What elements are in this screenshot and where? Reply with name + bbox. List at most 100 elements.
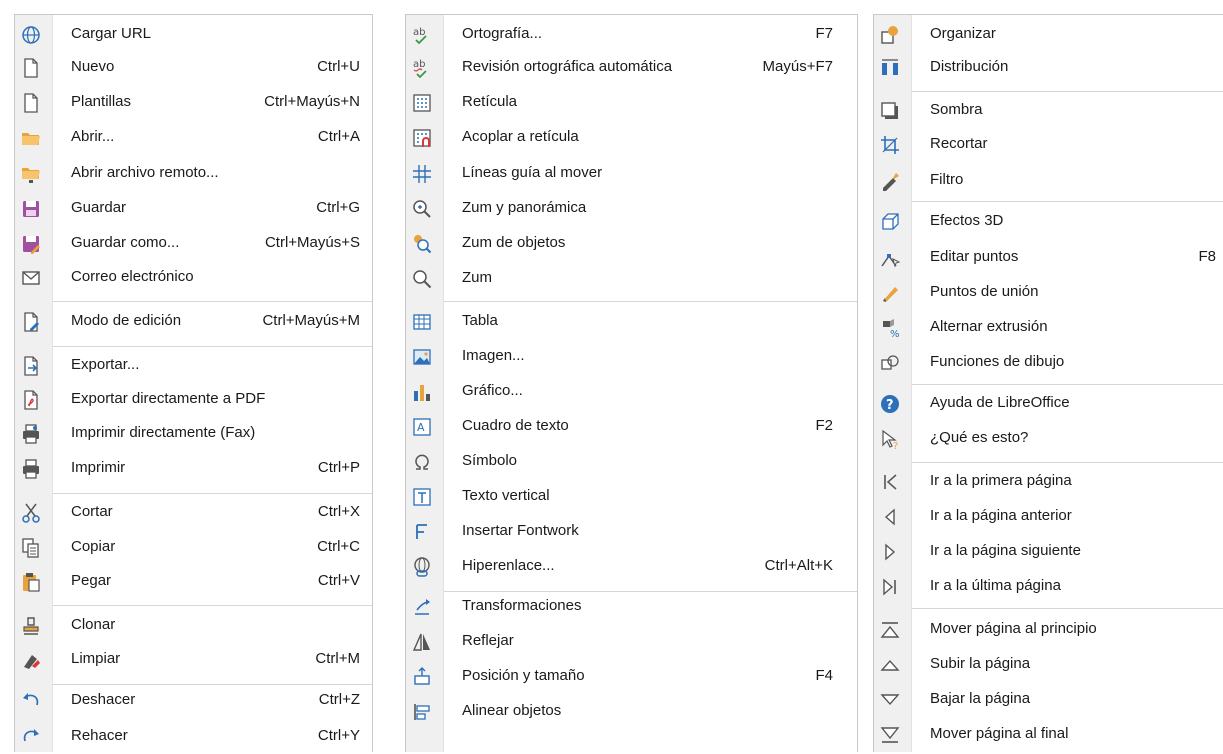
globe-icon: [20, 24, 42, 46]
menu-item-imagen[interactable]: Imagen...: [406, 339, 857, 374]
menu-item-shortcut: Ctrl+Mayús+S: [264, 234, 360, 251]
menu-item-imprimir[interactable]: Imprimir Ctrl+P: [15, 451, 372, 486]
menu-item-ayuda-de-libreoffice[interactable]: ? Ayuda de LibreOffice: [874, 386, 1223, 421]
menu-item-label: Reflejar: [462, 632, 514, 649]
menu-item-ir-a-la-primera-pagina[interactable]: Ir a la primera página: [874, 464, 1223, 499]
menu-item-label: Acoplar a retícula: [462, 128, 579, 145]
filter-icon: [879, 170, 901, 192]
menu-item-shortcut: Ctrl+Mayús+M: [262, 312, 360, 329]
svg-text:A: A: [417, 421, 425, 434]
menu-item-abrir-archivo-remoto[interactable]: Abrir archivo remoto...: [15, 156, 372, 191]
menu-item-clonar[interactable]: Clonar: [15, 608, 372, 643]
menu-item-recortar[interactable]: Recortar: [874, 127, 1223, 162]
menu-item-transformaciones[interactable]: Transformaciones: [406, 589, 857, 624]
menu-item-sombra[interactable]: Sombra: [874, 93, 1223, 128]
menu-item-acoplar-a-reticula[interactable]: Acoplar a retícula: [406, 120, 857, 155]
menu-item-ir-a-la-ultima-pagina[interactable]: Ir a la última página: [874, 569, 1223, 604]
previous-page-icon: [879, 506, 901, 528]
menu-item-bajar-la-pagina[interactable]: Bajar la página: [874, 682, 1223, 717]
shadow-icon: [879, 100, 901, 122]
menu-item-ortografia[interactable]: ab Ortografía... F7: [406, 17, 857, 52]
move-page-last-icon: [879, 724, 901, 746]
menu-item-grafico[interactable]: Gráfico...: [406, 374, 857, 409]
menu-item-organizar[interactable]: Organizar: [874, 17, 1223, 52]
menu-item-guardar-como[interactable]: Guardar como... Ctrl+Mayús+S: [15, 226, 372, 261]
menu-item-lineas-guia-al-mover[interactable]: Líneas guía al mover: [406, 156, 857, 191]
menu-item-limpiar[interactable]: Limpiar Ctrl+M: [15, 642, 372, 677]
menu-item-label: Texto vertical: [462, 487, 550, 504]
menu-item-label: Sombra: [930, 101, 983, 118]
menu-item-label: Abrir archivo remoto...: [71, 164, 219, 181]
menu-item-distribucion[interactable]: Distribución: [874, 50, 1223, 85]
menu-item-label: Posición y tamaño: [462, 667, 585, 684]
zoom-pan-icon: [411, 198, 433, 220]
menu-item-label: Ir a la página siguiente: [930, 542, 1081, 559]
menu-item-exportar[interactable]: Exportar...: [15, 348, 372, 383]
menu-item-guardar[interactable]: Guardar Ctrl+G: [15, 191, 372, 226]
menu-item-texto-vertical[interactable]: Texto vertical: [406, 479, 857, 514]
menu-item-imprimir-directamente-fax[interactable]: Imprimir directamente (Fax): [15, 416, 372, 451]
menu-item-label: Ortografía...: [462, 25, 543, 42]
menu-item-subir-la-pagina[interactable]: Subir la página: [874, 647, 1223, 682]
menu-item-nuevo[interactable]: Nuevo Ctrl+U: [15, 50, 372, 85]
last-page-icon: [879, 576, 901, 598]
menu-item-abrir[interactable]: Abrir... Ctrl+A: [15, 120, 372, 155]
menu-item-zum-y-panoramica[interactable]: Zum y panorámica: [406, 191, 857, 226]
menu-item-copiar[interactable]: Copiar Ctrl+C: [15, 530, 372, 565]
menu-item-puntos-de-union[interactable]: Puntos de unión: [874, 275, 1223, 310]
menu-item-editar-puntos[interactable]: Editar puntos F8: [874, 240, 1223, 275]
svg-text:ab: ab: [413, 59, 425, 70]
svg-text:?: ?: [886, 398, 894, 413]
menu-item-cuadro-de-texto[interactable]: A Cuadro de texto F2: [406, 409, 857, 444]
menu-item-filtro[interactable]: Filtro: [874, 163, 1223, 198]
menu-item-revision-ortografica-automatica[interactable]: ab Revisión ortográfica automática Mayús+F…: [406, 50, 857, 85]
menu-item-shortcut: Ctrl+G: [316, 199, 360, 216]
menu-item-label: Organizar: [930, 25, 996, 42]
menu-item-posicion-y-tamano[interactable]: Posición y tamaño F4: [406, 659, 857, 694]
menu-item-simbolo[interactable]: Símbolo: [406, 444, 857, 479]
menu-item-alternar-extrusion[interactable]: % Alternar extrusión: [874, 310, 1223, 345]
menu-item-label: Recortar: [930, 135, 988, 152]
menu-item-shortcut: Ctrl+V: [317, 572, 360, 589]
spelling-icon: ab: [411, 24, 433, 46]
menu-item-plantillas[interactable]: Plantillas Ctrl+Mayús+N: [15, 85, 372, 120]
menu-item-efectos-3d[interactable]: Efectos 3D: [874, 204, 1223, 239]
menu-item-insertar-fontwork[interactable]: Insertar Fontwork: [406, 514, 857, 549]
menu-item-exportar-directamente-a-pdf[interactable]: Exportar directamente a PDF: [15, 382, 372, 417]
menu-item-funciones-de-dibujo[interactable]: Funciones de dibujo: [874, 345, 1223, 380]
menu-item-cargar-url[interactable]: Cargar URL: [15, 17, 372, 52]
menu-item-zum[interactable]: Zum: [406, 261, 857, 296]
template-icon: [20, 92, 42, 114]
menu-item-que-es-esto[interactable]: ? ¿Qué es esto?: [874, 421, 1223, 456]
menu-item-label: Exportar directamente a PDF: [71, 390, 266, 407]
menu-item-reticula[interactable]: Retícula: [406, 85, 857, 120]
menu-item-deshacer[interactable]: Deshacer Ctrl+Z: [15, 683, 372, 718]
menu-item-label: Mover página al final: [930, 725, 1069, 742]
menu-item-label: Alternar extrusión: [930, 318, 1048, 335]
menu-item-label: Plantillas: [71, 93, 132, 110]
menu-item-label: Efectos 3D: [930, 212, 1004, 229]
menu-item-tabla[interactable]: Tabla: [406, 304, 857, 339]
export-pdf-icon: [20, 389, 42, 411]
menu-item-label: Funciones de dibujo: [930, 353, 1065, 370]
menu-item-correo-electronico[interactable]: Correo electrónico: [15, 260, 372, 295]
menu-item-label: Ir a la primera página: [930, 472, 1072, 489]
menu-item-ir-a-la-pagina-anterior[interactable]: Ir a la página anterior: [874, 499, 1223, 534]
menu-item-zum-de-objetos[interactable]: Zum de objetos: [406, 226, 857, 261]
menu-item-reflejar[interactable]: Reflejar: [406, 624, 857, 659]
menu-item-pegar[interactable]: Pegar Ctrl+V: [15, 564, 372, 599]
menu-separator: [53, 605, 372, 606]
chart-icon: [411, 381, 433, 403]
menu-item-label: Imprimir directamente (Fax): [71, 424, 256, 441]
menu-item-ir-a-la-pagina-siguiente[interactable]: Ir a la página siguiente: [874, 534, 1223, 569]
menu-item-modo-de-edicion[interactable]: Modo de edición Ctrl+Mayús+M: [15, 304, 372, 339]
menu-item-hiperenlace[interactable]: Hiperenlace... Ctrl+Alt+K: [406, 549, 857, 584]
menu-item-mover-pagina-al-principio[interactable]: Mover página al principio: [874, 612, 1223, 647]
menu-item-alinear-objetos[interactable]: Alinear objetos: [406, 694, 857, 729]
new-document-icon: [20, 57, 42, 79]
menu-item-cortar[interactable]: Cortar Ctrl+X: [15, 495, 372, 530]
menu-item-mover-pagina-al-final[interactable]: Mover página al final: [874, 717, 1223, 752]
fontwork-icon: [411, 521, 433, 543]
first-page-icon: [879, 471, 901, 493]
menu-item-rehacer[interactable]: Rehacer Ctrl+Y: [15, 719, 372, 754]
